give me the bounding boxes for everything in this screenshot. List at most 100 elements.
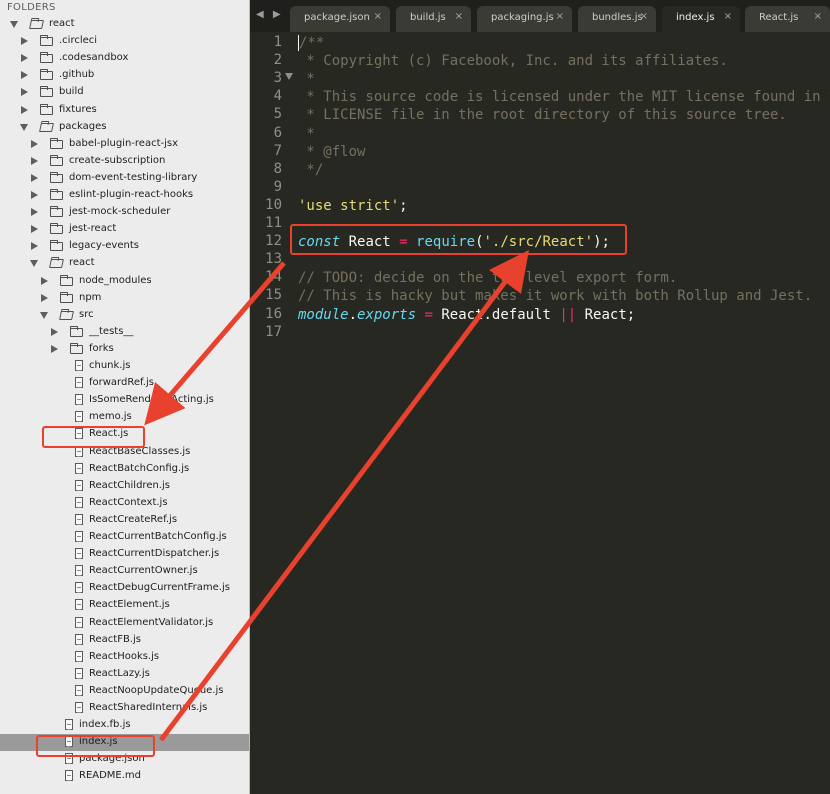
disclosure-collapsed-icon[interactable] [51, 344, 58, 353]
tab-index-js[interactable]: index.js × [662, 6, 740, 32]
tree-file[interactable]: chunk.js [0, 358, 249, 375]
folder-icon [50, 223, 63, 235]
close-icon[interactable]: × [374, 11, 382, 22]
tree-label: chunk.js [89, 360, 131, 371]
tree-label: create-subscription [69, 154, 166, 166]
close-icon[interactable]: × [814, 11, 822, 22]
tree-folder[interactable]: fixtures [0, 102, 249, 119]
disclosure-expanded-icon[interactable] [10, 21, 18, 28]
disclosure-collapsed-icon[interactable] [31, 139, 38, 148]
disclosure-collapsed-icon[interactable] [21, 54, 28, 63]
close-icon[interactable]: × [455, 11, 463, 22]
file-icon [75, 565, 83, 577]
tree-file[interactable]: ReactHooks.js [0, 649, 249, 666]
tree-folder[interactable]: create-subscription [0, 153, 249, 170]
disclosure-collapsed-icon[interactable] [21, 88, 28, 97]
tree-folder[interactable]: .circleci [0, 33, 249, 50]
disclosure-collapsed-icon[interactable] [31, 173, 38, 182]
close-icon[interactable]: × [640, 11, 648, 22]
tree-label: ReactHooks.js [89, 650, 160, 662]
tree-folder[interactable]: packages [0, 119, 249, 136]
disclosure-collapsed-icon[interactable] [41, 293, 48, 302]
tree-folder[interactable]: __tests__ [0, 324, 249, 341]
tree-label: ReactElementValidator.js [89, 616, 214, 628]
tree-folder[interactable]: react [0, 255, 249, 272]
disclosure-collapsed-icon[interactable] [31, 225, 38, 234]
tree-file[interactable]: ReactElement.js [0, 597, 249, 614]
tree-file[interactable]: ReactChildren.js [0, 478, 249, 495]
line-number: 16 [265, 305, 282, 322]
tree-folder[interactable]: jest-mock-scheduler [0, 204, 249, 221]
tree-folder[interactable]: node_modules [0, 273, 249, 290]
code-area[interactable]: /** * Copyright (c) Facebook, Inc. and i… [298, 32, 830, 794]
tree-file[interactable]: ReactCurrentDispatcher.js [0, 546, 249, 563]
close-icon[interactable]: × [724, 11, 732, 22]
disclosure-collapsed-icon[interactable] [31, 191, 38, 199]
tree-file[interactable]: ReactElementValidator.js [0, 615, 249, 632]
code-token: ; [399, 197, 408, 214]
tree-folder[interactable]: .github [0, 67, 249, 84]
disclosure-collapsed-icon[interactable] [21, 37, 28, 46]
tree-label: node_modules [79, 274, 152, 286]
tree-file[interactable]: ReactDebugCurrentFrame.js [0, 580, 249, 597]
disclosure-expanded-icon[interactable] [30, 260, 38, 268]
tree-label: index.fb.js [79, 719, 131, 731]
disclosure-collapsed-icon[interactable] [41, 276, 48, 285]
tree-folder[interactable]: npm [0, 290, 249, 307]
disclosure-collapsed-icon[interactable] [31, 242, 38, 251]
code-line: */ [298, 161, 323, 179]
tab-bundles-js[interactable]: bundles.js × [578, 6, 656, 32]
disclosure-collapsed-icon[interactable] [31, 208, 38, 217]
tree-folder[interactable]: react [0, 16, 249, 33]
tree-file[interactable]: README.md [0, 768, 249, 785]
file-icon [75, 548, 83, 560]
tree-folder[interactable]: legacy-events [0, 238, 249, 255]
tree-file[interactable]: memo.js [0, 409, 249, 426]
tree-folder[interactable]: src [0, 307, 249, 324]
tree-folder[interactable]: .codesandbox [0, 50, 249, 67]
tree-folder[interactable]: build [0, 84, 249, 101]
close-icon[interactable]: × [556, 11, 564, 22]
tree-file[interactable]: ReactLazy.js [0, 666, 249, 683]
disclosure-expanded-icon[interactable] [40, 311, 48, 319]
line-number: 10 [265, 196, 282, 213]
tree-file[interactable]: IsSomeRendererActing.js [0, 392, 249, 409]
code-token: || [559, 306, 577, 323]
tree-file[interactable]: ReactCurrentOwner.js [0, 563, 249, 580]
tree-file[interactable]: index.fb.js [0, 717, 249, 734]
tree-file[interactable]: ReactNoopUpdateQueue.js [0, 683, 249, 700]
tree-file[interactable]: forwardRef.js [0, 375, 249, 392]
tree-label: ReactLazy.js [89, 667, 150, 679]
tree-folder[interactable]: dom-event-testing-library [0, 170, 249, 187]
tree-file[interactable]: ReactBatchConfig.js [0, 461, 249, 478]
tree-label: ReactFB.js [89, 633, 141, 645]
line-number: 17 [265, 323, 282, 340]
tree-folder[interactable]: babel-plugin-react-jsx [0, 136, 249, 153]
tab-label: index.js [676, 12, 715, 23]
tree-label: memo.js [89, 411, 132, 423]
disclosure-collapsed-icon[interactable] [21, 105, 28, 114]
tree-label: fixtures [59, 103, 97, 115]
tab-nav-arrows[interactable]: ◀ ▶ [256, 9, 284, 20]
tree-folder[interactable]: forks [0, 341, 249, 358]
disclosure-collapsed-icon[interactable] [31, 156, 38, 165]
tab-packaging-js[interactable]: packaging.js × [477, 6, 572, 32]
disclosure-collapsed-icon[interactable] [51, 327, 58, 336]
tab-package-json[interactable]: package.json × [290, 6, 390, 32]
tree-label: build [59, 86, 84, 98]
tab-react-js[interactable]: React.js × [745, 6, 830, 32]
tree-file[interactable]: ReactCreateRef.js [0, 512, 249, 529]
tree-label: react [49, 18, 75, 29]
tree-folder[interactable]: eslint-plugin-react-hooks [0, 187, 249, 204]
disclosure-collapsed-icon[interactable] [21, 71, 28, 80]
tree-file[interactable]: ReactSharedInternals.js [0, 700, 249, 717]
tab-build-js[interactable]: build.js × [396, 6, 471, 32]
code-token: exports [357, 306, 417, 323]
line-number: 3 [273, 70, 282, 87]
disclosure-expanded-icon[interactable] [20, 123, 28, 131]
fold-arrow-icon[interactable] [285, 73, 293, 80]
tree-file[interactable]: ReactFB.js [0, 632, 249, 649]
tree-folder[interactable]: jest-react [0, 221, 249, 238]
tree-file[interactable]: ReactContext.js [0, 495, 249, 512]
tree-file[interactable]: ReactCurrentBatchConfig.js [0, 529, 249, 546]
